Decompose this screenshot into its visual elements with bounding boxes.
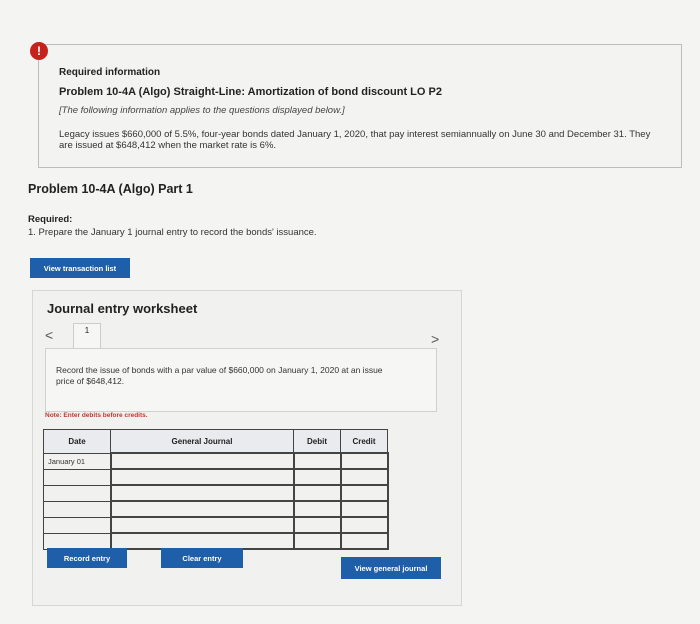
worksheet-title: Journal entry worksheet bbox=[47, 301, 198, 316]
required-label: Required: bbox=[28, 214, 73, 225]
view-transaction-list-button[interactable]: View transaction list bbox=[30, 258, 130, 278]
date-cell[interactable] bbox=[43, 484, 111, 502]
required-information-title: Required information bbox=[59, 67, 161, 78]
credit-cell[interactable] bbox=[339, 468, 389, 486]
header-debit: Debit bbox=[293, 429, 341, 454]
table-row bbox=[43, 516, 389, 534]
alert-icon: ! bbox=[30, 42, 48, 60]
part-title: Problem 10-4A (Algo) Part 1 bbox=[28, 182, 193, 196]
note-label: Note: bbox=[45, 412, 62, 419]
header-date: Date bbox=[43, 429, 111, 454]
table-row bbox=[43, 532, 389, 550]
note: Note: Enter debits before credits. bbox=[45, 412, 148, 419]
problem-note: [The following information applies to th… bbox=[59, 105, 345, 116]
account-cell[interactable] bbox=[109, 500, 295, 518]
header-credit: Credit bbox=[340, 429, 388, 454]
record-instruction-text: Record the issue of bonds with a par val… bbox=[56, 365, 383, 386]
clear-entry-button[interactable]: Clear entry bbox=[161, 548, 243, 568]
journal-table: Date General Journal Debit Credit Januar… bbox=[43, 429, 389, 550]
table-row bbox=[43, 500, 389, 518]
credit-cell[interactable] bbox=[339, 500, 389, 518]
debit-cell[interactable] bbox=[292, 452, 342, 470]
debit-cell[interactable] bbox=[292, 516, 342, 534]
prev-arrow-icon[interactable]: < bbox=[45, 327, 53, 343]
account-cell[interactable] bbox=[109, 452, 295, 470]
record-instruction-box: Record the issue of bonds with a par val… bbox=[45, 348, 437, 412]
table-row: January 01 bbox=[43, 452, 389, 470]
debit-cell[interactable] bbox=[292, 484, 342, 502]
credit-cell[interactable] bbox=[339, 484, 389, 502]
required-text: 1. Prepare the January 1 journal entry t… bbox=[28, 227, 317, 238]
journal-entry-worksheet: Journal entry worksheet < 1 > Record the… bbox=[32, 290, 462, 606]
debit-cell[interactable] bbox=[292, 500, 342, 518]
account-cell[interactable] bbox=[109, 532, 295, 550]
table-row bbox=[43, 468, 389, 486]
credit-cell[interactable] bbox=[339, 516, 389, 534]
header-general-journal: General Journal bbox=[110, 429, 294, 454]
date-cell[interactable] bbox=[43, 468, 111, 486]
date-cell[interactable]: January 01 bbox=[43, 452, 111, 470]
required-info-box: Required information Problem 10-4A (Algo… bbox=[38, 44, 682, 168]
note-text: Enter debits before credits. bbox=[61, 412, 148, 419]
table-row bbox=[43, 484, 389, 502]
account-cell[interactable] bbox=[109, 468, 295, 486]
problem-description: Legacy issues $660,000 of 5.5%, four-yea… bbox=[59, 129, 651, 151]
date-cell[interactable] bbox=[43, 516, 111, 534]
debit-cell[interactable] bbox=[292, 468, 342, 486]
page-tab-1[interactable]: 1 bbox=[73, 323, 101, 349]
date-cell[interactable] bbox=[43, 532, 111, 550]
date-cell[interactable] bbox=[43, 500, 111, 518]
credit-cell[interactable] bbox=[339, 532, 389, 550]
credit-cell[interactable] bbox=[339, 452, 389, 470]
next-arrow-icon[interactable]: > bbox=[431, 331, 439, 347]
problem-title: Problem 10-4A (Algo) Straight-Line: Amor… bbox=[59, 86, 442, 98]
account-cell[interactable] bbox=[109, 484, 295, 502]
view-general-journal-button[interactable]: View general journal bbox=[341, 557, 441, 579]
account-cell[interactable] bbox=[109, 516, 295, 534]
record-entry-button[interactable]: Record entry bbox=[47, 548, 127, 568]
debit-cell[interactable] bbox=[292, 532, 342, 550]
